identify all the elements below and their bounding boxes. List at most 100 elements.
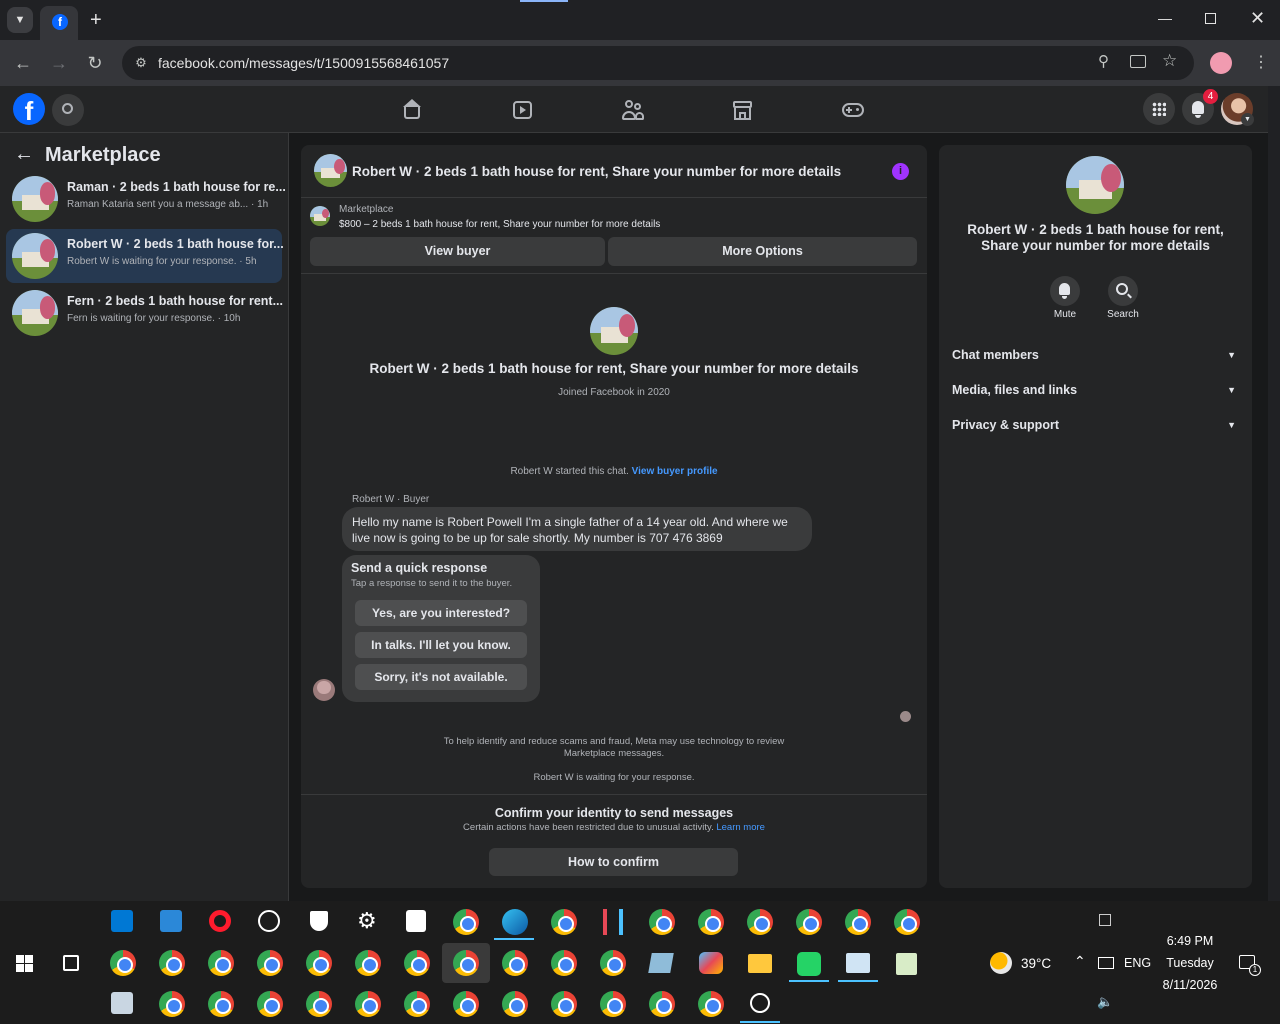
sender-avatar[interactable] [313, 679, 335, 701]
clock-time[interactable]: 6:49 PM [1150, 934, 1230, 948]
language-indicator[interactable]: ENG [1124, 956, 1151, 970]
chrome-icon[interactable] [208, 950, 234, 976]
edge-icon[interactable] [502, 909, 528, 935]
chrome-icon[interactable] [306, 991, 332, 1017]
page-scrollbar[interactable] [1268, 86, 1280, 901]
weather-icon[interactable] [990, 952, 1012, 974]
restore-icon[interactable] [1205, 13, 1216, 24]
settings-icon[interactable]: ⚙ [357, 908, 377, 934]
chrome-icon[interactable] [551, 950, 577, 976]
how-to-confirm-button[interactable]: How to confirm [489, 848, 738, 876]
chrome-icon[interactable] [355, 950, 381, 976]
chrome-icon[interactable] [208, 991, 234, 1017]
back-icon[interactable]: ← [11, 51, 35, 75]
chrome-icon[interactable] [845, 909, 871, 935]
privacy-support-section[interactable]: Privacy & support ▼ [952, 418, 1242, 432]
chrome-icon[interactable] [502, 991, 528, 1017]
chrome-icon[interactable] [404, 950, 430, 976]
chrome-icon[interactable] [698, 909, 724, 935]
marketplace-icon[interactable] [731, 99, 755, 121]
address-bar[interactable]: ⚙ facebook.com/messages/t/15009155684610… [122, 46, 1194, 80]
chrome-icon[interactable] [453, 909, 479, 935]
conversation-item[interactable]: Fern · 2 beds 1 bath house for rent... F… [6, 286, 283, 340]
conversation-item-selected[interactable]: Robert W · 2 beds 1 bath house for... Ro… [6, 229, 284, 283]
security-icon[interactable] [310, 911, 328, 931]
camera-app-icon[interactable] [750, 993, 770, 1013]
network-icon[interactable] [1098, 957, 1114, 969]
facebook-logo[interactable]: f [13, 93, 45, 125]
chrome-icon[interactable] [551, 909, 577, 935]
clock-date[interactable]: 8/11/2026 [1150, 978, 1230, 992]
task-view-icon[interactable] [63, 955, 79, 971]
groups-icon[interactable] [621, 99, 645, 121]
chevron-down-icon[interactable]: ▼ [1241, 113, 1254, 126]
new-tab-icon[interactable]: + [90, 8, 102, 32]
profile-avatar[interactable] [1210, 52, 1232, 74]
back-arrow-icon[interactable]: ← [14, 143, 34, 166]
view-buyer-button[interactable]: View buyer [310, 237, 605, 266]
chrome-icon[interactable] [551, 991, 577, 1017]
menu-grid-button[interactable] [1143, 93, 1175, 125]
chrome-icon[interactable] [159, 950, 185, 976]
chrome-icon[interactable] [747, 909, 773, 935]
solitaire-icon[interactable] [406, 910, 426, 932]
chrome-icon[interactable] [698, 991, 724, 1017]
site-info-icon[interactable]: ⚙ [130, 52, 152, 74]
more-options-button[interactable]: More Options [608, 237, 917, 266]
snipping-icon[interactable] [603, 909, 623, 935]
file-explorer-icon[interactable] [748, 954, 772, 973]
message-bubble[interactable]: Hello my name is Robert Powell I'm a sin… [342, 507, 812, 551]
chrome-icon[interactable] [453, 950, 479, 976]
remote-desktop-icon[interactable] [846, 953, 870, 973]
tab-search-icon[interactable]: ▼ [7, 7, 33, 33]
copilot-icon[interactable] [699, 952, 723, 974]
bookmark-star-icon[interactable]: ☆ [1162, 51, 1177, 71]
gaming-icon[interactable] [841, 99, 865, 121]
opera-icon[interactable] [209, 910, 231, 932]
listing-description[interactable]: $800 – 2 beds 1 bath house for rent, Sha… [339, 219, 660, 230]
minimize-icon[interactable]: — [1158, 10, 1172, 26]
chat-members-section[interactable]: Chat members ▼ [952, 348, 1242, 362]
chrome-icon[interactable] [796, 909, 822, 935]
media-files-links-section[interactable]: Media, files and links ▼ [952, 383, 1242, 397]
active-tab[interactable]: f [40, 6, 78, 40]
chrome-icon[interactable] [600, 991, 626, 1017]
menu-icon[interactable]: ⋮ [1253, 52, 1269, 72]
remote-icon[interactable] [160, 910, 182, 932]
quick-response-sorry[interactable]: Sorry, it's not available. [355, 664, 527, 690]
chat-header-title[interactable]: Robert W · 2 beds 1 bath house for rent,… [352, 164, 841, 179]
url-text[interactable]: facebook.com/messages/t/1500915568461057 [158, 55, 449, 71]
start-icon[interactable] [16, 955, 33, 972]
whatsapp-icon[interactable] [797, 952, 821, 976]
home-icon[interactable] [401, 99, 425, 121]
profile-avatar-large[interactable] [590, 307, 638, 355]
view-buyer-profile-link[interactable]: View buyer profile [632, 466, 718, 477]
store-icon[interactable] [111, 910, 133, 932]
clock-day[interactable]: Tuesday [1150, 956, 1230, 970]
search-in-chat-button[interactable] [1108, 276, 1138, 306]
close-icon[interactable]: ✕ [1250, 8, 1265, 29]
conversation-item[interactable]: Raman · 2 beds 1 bath house for re... Ra… [6, 172, 286, 226]
info-icon[interactable]: i [892, 163, 909, 180]
notepad-icon[interactable] [648, 953, 674, 973]
chrome-icon[interactable] [453, 991, 479, 1017]
chrome-icon[interactable] [110, 950, 136, 976]
reload-icon[interactable]: ↻ [83, 51, 107, 75]
chevron-up-icon[interactable]: ⌃ [1074, 953, 1086, 970]
chrome-icon[interactable] [257, 991, 283, 1017]
details-avatar[interactable] [1066, 156, 1124, 214]
chrome-icon[interactable] [404, 991, 430, 1017]
chrome-icon[interactable] [257, 950, 283, 976]
forward-icon[interactable]: → [47, 51, 71, 75]
chrome-icon[interactable] [159, 991, 185, 1017]
volume-icon[interactable]: 🔈 [1097, 994, 1113, 1010]
quick-response-in-talks[interactable]: In talks. I'll let you know. [355, 632, 527, 658]
learn-more-link[interactable]: Learn more [716, 822, 765, 833]
search-button[interactable] [52, 94, 84, 126]
chrome-icon[interactable] [502, 950, 528, 976]
chrome-icon[interactable] [649, 991, 675, 1017]
chrome-icon[interactable] [600, 950, 626, 976]
chrome-icon[interactable] [894, 909, 920, 935]
app-icon[interactable] [111, 992, 133, 1014]
video-icon[interactable] [511, 99, 535, 121]
